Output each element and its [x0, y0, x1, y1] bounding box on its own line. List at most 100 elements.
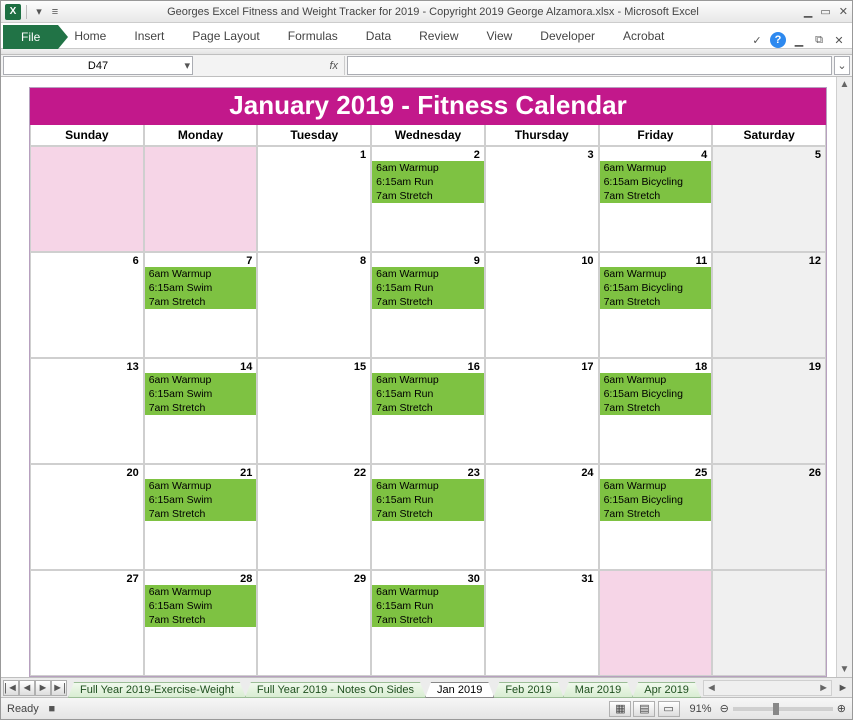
- qat-dropdown-icon[interactable]: ▾: [32, 5, 46, 19]
- qat-customize-icon[interactable]: ≡: [48, 5, 62, 19]
- calendar-cell[interactable]: 19: [712, 358, 826, 464]
- doc-close-icon[interactable]: ✕: [832, 33, 846, 47]
- sheet-tab[interactable]: Apr 2019: [632, 682, 701, 698]
- fx-label[interactable]: fx: [305, 56, 345, 75]
- calendar-day-header: Thursday: [485, 125, 599, 146]
- calendar-cell[interactable]: 146am Warmup6:15am Swim7am Stretch: [144, 358, 258, 464]
- calendar-cell[interactable]: [712, 570, 826, 676]
- ribbon-tab-developer[interactable]: Developer: [526, 24, 609, 48]
- zoom-in-button[interactable]: ⊕: [837, 702, 846, 715]
- sheet-nav-last[interactable]: ►|: [51, 680, 67, 696]
- view-normal-button[interactable]: ▦: [609, 701, 631, 717]
- sheet-tab[interactable]: Full Year 2019-Exercise-Weight: [68, 682, 246, 698]
- doc-restore-icon[interactable]: ⧉: [812, 33, 826, 47]
- name-box-dropdown-icon[interactable]: ▾: [184, 59, 190, 72]
- vertical-scrollbar[interactable]: ▲ ▼: [836, 77, 852, 677]
- calendar-cell[interactable]: 116am Warmup6:15am Bicycling7am Stretch: [599, 252, 713, 358]
- calendar-cell[interactable]: 96am Warmup6:15am Run7am Stretch: [371, 252, 485, 358]
- hscroll-right-icon[interactable]: ►: [818, 682, 829, 694]
- zoom-percent[interactable]: 91%: [690, 703, 712, 715]
- ribbon-tab-home[interactable]: Home: [60, 24, 120, 48]
- calendar-cell[interactable]: 12: [712, 252, 826, 358]
- horizontal-scrollbar[interactable]: ◄ ►: [703, 680, 832, 696]
- calendar-cell[interactable]: 24: [485, 464, 599, 570]
- sheet-nav-next[interactable]: ►: [35, 680, 51, 696]
- zoom-thumb[interactable]: [773, 703, 779, 715]
- calendar-cell[interactable]: 15: [257, 358, 371, 464]
- sheet-nav-prev[interactable]: ◄: [19, 680, 35, 696]
- calendar-cell[interactable]: 76am Warmup6:15am Swim7am Stretch: [144, 252, 258, 358]
- file-tab[interactable]: File: [3, 25, 58, 49]
- zoom-track[interactable]: [733, 707, 833, 711]
- ribbon-tab-formulas[interactable]: Formulas: [274, 24, 352, 48]
- calendar-cell[interactable]: 1: [257, 146, 371, 252]
- ribbon-customize-icon[interactable]: ✓: [750, 33, 764, 47]
- calendar-cell[interactable]: 166am Warmup6:15am Run7am Stretch: [371, 358, 485, 464]
- maximize-button[interactable]: ▭: [820, 5, 830, 18]
- calendar-day-number: 25: [600, 465, 712, 479]
- calendar-cell[interactable]: 26am Warmup6:15am Run7am Stretch: [371, 146, 485, 252]
- calendar-event: 7am Stretch: [600, 189, 712, 203]
- calendar-cell[interactable]: 6: [30, 252, 144, 358]
- calendar-event: 6:15am Run: [372, 493, 484, 507]
- calendar-cell[interactable]: 3: [485, 146, 599, 252]
- ribbon-minimize-icon[interactable]: ▁: [792, 33, 806, 47]
- sheet-nav-first[interactable]: |◄: [3, 680, 19, 696]
- name-box-value: D47: [88, 60, 108, 72]
- hscroll-left-icon[interactable]: ◄: [706, 682, 717, 694]
- calendar-cell[interactable]: 17: [485, 358, 599, 464]
- ribbon-tab-view[interactable]: View: [473, 24, 527, 48]
- worksheet-area[interactable]: January 2019 - Fitness Calendar SundayMo…: [1, 77, 852, 677]
- view-pagelayout-button[interactable]: ▤: [633, 701, 655, 717]
- calendar-cell[interactable]: 8: [257, 252, 371, 358]
- formula-expand-button[interactable]: ⌄: [834, 56, 850, 75]
- calendar-cell[interactable]: [599, 570, 713, 676]
- hscroll-end-icon[interactable]: ►: [836, 681, 850, 695]
- scroll-down-icon[interactable]: ▼: [840, 664, 850, 675]
- calendar-cell[interactable]: 22: [257, 464, 371, 570]
- zoom-out-button[interactable]: ⊖: [720, 702, 729, 715]
- sheet-nav-buttons: |◄ ◄ ► ►|: [1, 680, 69, 696]
- calendar-day-number: 15: [258, 359, 370, 373]
- ribbon-tab-data[interactable]: Data: [352, 24, 405, 48]
- calendar-grid: 126am Warmup6:15am Run7am Stretch346am W…: [30, 146, 826, 676]
- calendar-cell[interactable]: 306am Warmup6:15am Run7am Stretch: [371, 570, 485, 676]
- ribbon-tab-page-layout[interactable]: Page Layout: [178, 24, 273, 48]
- calendar-cell[interactable]: 5: [712, 146, 826, 252]
- calendar-cell[interactable]: 286am Warmup6:15am Swim7am Stretch: [144, 570, 258, 676]
- minimize-button[interactable]: ▁: [804, 5, 812, 18]
- scroll-up-icon[interactable]: ▲: [840, 79, 850, 90]
- ribbon-tab-acrobat[interactable]: Acrobat: [609, 24, 678, 48]
- sheet-tab[interactable]: Full Year 2019 - Notes On Sides: [245, 682, 426, 698]
- calendar-cell[interactable]: 10: [485, 252, 599, 358]
- close-button[interactable]: ✕: [839, 5, 848, 18]
- macro-record-icon[interactable]: ■: [45, 702, 59, 716]
- calendar-cell[interactable]: 27: [30, 570, 144, 676]
- sheet-tab[interactable]: Jan 2019: [425, 682, 494, 698]
- calendar-cell[interactable]: 256am Warmup6:15am Bicycling7am Stretch: [599, 464, 713, 570]
- calendar-cell[interactable]: 13: [30, 358, 144, 464]
- calendar-cell[interactable]: [144, 146, 258, 252]
- calendar-event: 6am Warmup: [372, 373, 484, 387]
- calendar-cell[interactable]: 186am Warmup6:15am Bicycling7am Stretch: [599, 358, 713, 464]
- formula-input[interactable]: [347, 56, 832, 75]
- ribbon-tab-review[interactable]: Review: [405, 24, 472, 48]
- calendar-day-number: 12: [713, 253, 825, 267]
- sheet-tab[interactable]: Mar 2019: [563, 682, 633, 698]
- sheet-tab[interactable]: Feb 2019: [493, 682, 563, 698]
- zoom-slider[interactable]: ⊖ ⊕: [720, 702, 846, 715]
- calendar-cell[interactable]: 31: [485, 570, 599, 676]
- help-icon[interactable]: ?: [770, 32, 786, 48]
- calendar-cell[interactable]: 29: [257, 570, 371, 676]
- calendar-cell[interactable]: 20: [30, 464, 144, 570]
- name-box[interactable]: D47 ▾: [3, 56, 193, 75]
- calendar-day-number: 2: [372, 147, 484, 161]
- calendar-cell[interactable]: 26: [712, 464, 826, 570]
- ribbon-tab-insert[interactable]: Insert: [120, 24, 178, 48]
- calendar-cell[interactable]: 236am Warmup6:15am Run7am Stretch: [371, 464, 485, 570]
- view-pagebreak-button[interactable]: ▭: [658, 701, 680, 717]
- calendar-day-number: 28: [145, 571, 257, 585]
- calendar-cell[interactable]: 46am Warmup6:15am Bicycling7am Stretch: [599, 146, 713, 252]
- calendar-cell[interactable]: 216am Warmup6:15am Swim7am Stretch: [144, 464, 258, 570]
- calendar-cell[interactable]: [30, 146, 144, 252]
